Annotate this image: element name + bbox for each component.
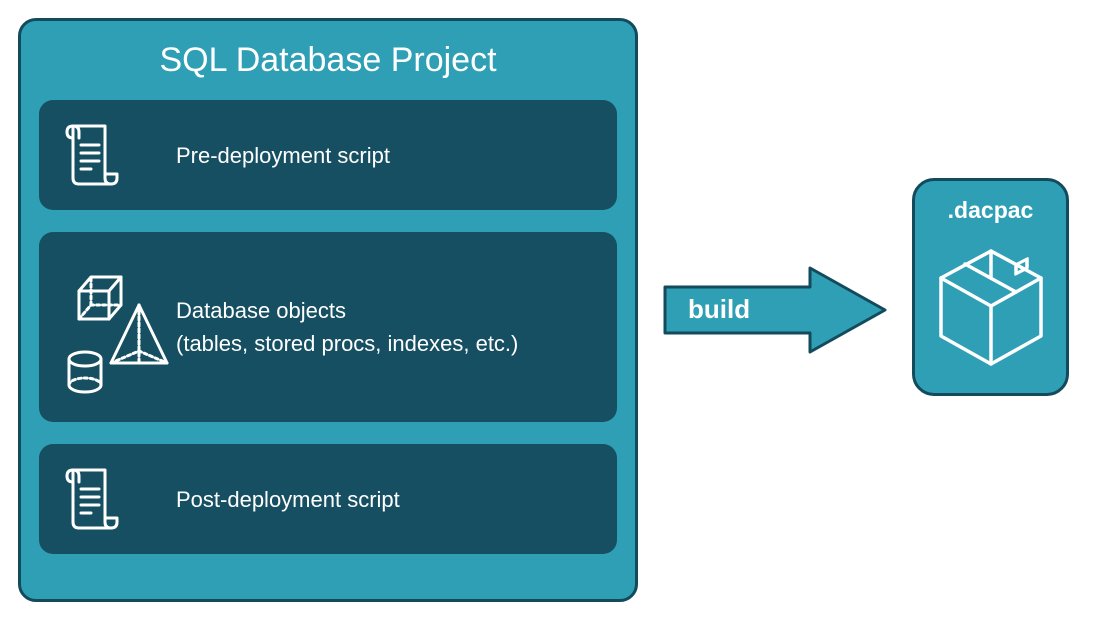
section-post-deployment: Post-deployment script xyxy=(39,444,617,554)
package-icon xyxy=(931,236,1051,381)
section-database-objects: Database objects (tables, stored procs, … xyxy=(39,232,617,422)
section-pre-deployment: Pre-deployment script xyxy=(39,100,617,210)
output-dacpac: .dacpac xyxy=(912,178,1069,396)
diagram-root: SQL Database Project Pre-deployment sc xyxy=(0,0,1100,619)
build-arrow: build xyxy=(660,265,890,355)
shapes-icon xyxy=(61,255,176,400)
pre-deployment-label: Pre-deployment script xyxy=(176,139,390,172)
post-deployment-label: Post-deployment script xyxy=(176,483,400,516)
project-title: SQL Database Project xyxy=(39,41,617,80)
project-container: SQL Database Project Pre-deployment sc xyxy=(18,18,638,602)
scroll-icon xyxy=(61,120,176,190)
objects-label-line2: (tables, stored procs, indexes, etc.) xyxy=(176,327,518,360)
database-objects-label: Database objects (tables, stored procs, … xyxy=(176,294,518,360)
scroll-icon xyxy=(61,464,176,534)
objects-label-line1: Database objects xyxy=(176,294,518,327)
dacpac-label: .dacpac xyxy=(948,197,1034,224)
arrow-label: build xyxy=(688,294,750,325)
